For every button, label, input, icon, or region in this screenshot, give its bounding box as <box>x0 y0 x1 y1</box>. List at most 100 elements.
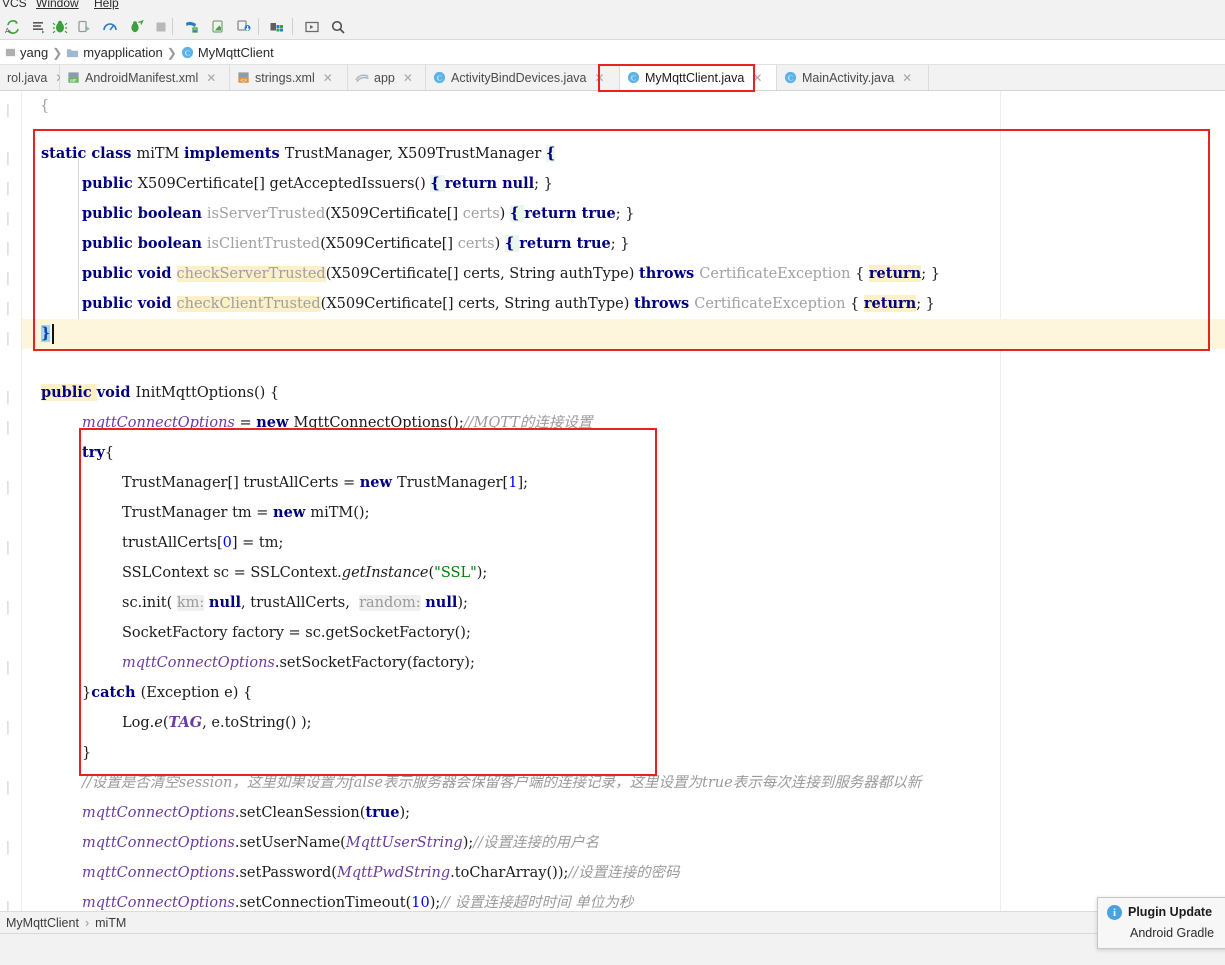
notification-body: Android Gradle <box>1130 926 1215 940</box>
code-token: ); <box>429 895 441 911</box>
tab-mymqttclient-java[interactable]: C MyMqttClient.java ✕ <box>620 65 777 90</box>
debug-icon[interactable] <box>51 18 69 36</box>
code-token: new <box>273 504 311 521</box>
gradle-icon <box>355 72 369 84</box>
code-line[interactable]: SSLContext sc = SSLContext.getInstance("… <box>0 558 1225 588</box>
code-line[interactable]: { <box>0 91 1225 121</box>
tab-label: strings.xml <box>255 70 315 85</box>
tab-mainactivity-java[interactable]: C MainActivity.java ✕ <box>777 65 929 90</box>
code-token: { <box>430 175 445 192</box>
sdk-manager-icon[interactable] <box>183 18 201 36</box>
code-token: void <box>96 384 136 401</box>
device-file-explorer-icon[interactable] <box>209 18 227 36</box>
code-token: true <box>365 804 400 821</box>
svg-text:C: C <box>788 74 793 83</box>
svg-text:<>: <> <box>240 78 247 84</box>
code-token: trustAllCerts[ <box>122 535 223 551</box>
code-line[interactable]: mqttConnectOptions.setCleanSession(true)… <box>0 798 1225 828</box>
sync-gradle-icon[interactable]: A <box>4 18 22 36</box>
code-token: miTM <box>136 146 184 162</box>
code-token: { <box>504 235 520 252</box>
close-icon[interactable]: ✕ <box>403 71 413 85</box>
code-token: new <box>359 474 398 491</box>
code-line[interactable]: public void checkClientTrusted(X509Certi… <box>0 289 1225 319</box>
tab-strings-xml[interactable]: <> strings.xml ✕ <box>230 65 348 90</box>
code-token: true <box>581 205 616 222</box>
code-token: public <box>82 205 138 222</box>
code-line[interactable]: public void checkServerTrusted(X509Certi… <box>0 259 1225 289</box>
close-icon[interactable]: ✕ <box>752 71 762 85</box>
code-token: TrustManager tm = <box>122 505 274 521</box>
attach-debugger-icon[interactable] <box>76 18 94 36</box>
code-token: public <box>41 384 97 401</box>
close-icon[interactable]: ✕ <box>206 71 216 85</box>
menu-item-vcs[interactable]: VCS <box>2 0 27 10</box>
code-token: "SSL" <box>434 565 477 581</box>
code-line[interactable]: sc.init( km: null, trustAllCerts, random… <box>0 588 1225 618</box>
tab-activitybinddevices-java[interactable]: C ActivityBindDevices.java ✕ <box>426 65 620 90</box>
status-crumb-member[interactable]: miTM <box>95 916 126 930</box>
search-everywhere-icon[interactable] <box>329 18 347 36</box>
tab-androidmanifest-xml[interactable]: MF AndroidManifest.xml ✕ <box>60 65 230 90</box>
menu-item-help[interactable]: Help <box>94 0 119 10</box>
code-line[interactable]: mqttConnectOptions.setSocketFactory(fact… <box>0 648 1225 678</box>
avd-manager-icon[interactable] <box>30 18 48 36</box>
layout-inspector-icon[interactable] <box>235 18 253 36</box>
profiler-icon[interactable] <box>101 18 119 36</box>
menu-item-window[interactable]: Window <box>36 0 79 10</box>
status-bar-breadcrumb: MyMqttClient › miTM <box>0 911 1225 933</box>
close-icon[interactable]: ✕ <box>594 71 604 85</box>
run-anything-icon[interactable] <box>127 18 145 36</box>
code-token: CertificateException <box>694 296 851 312</box>
code-token: = <box>239 415 257 431</box>
code-line[interactable]: trustAllCerts[0] = tm; <box>0 528 1225 558</box>
code-token: void <box>137 295 177 312</box>
code-token: { <box>509 205 525 222</box>
code-token: ; } <box>610 236 630 252</box>
close-icon[interactable]: ✕ <box>323 71 333 85</box>
code-line[interactable]: mqttConnectOptions.setPassword(MqttPwdSt… <box>0 858 1225 888</box>
code-token: X509Certificate[] getAcceptedIssuers() <box>137 176 431 192</box>
code-token: miTM(); <box>310 505 370 521</box>
code-token: isServerTrusted <box>206 206 326 222</box>
tab-app[interactable]: app ✕ <box>348 65 426 90</box>
code-token: ]; <box>517 475 528 491</box>
code-line[interactable]: mqttConnectOptions.setUserName(MqttUserS… <box>0 828 1225 858</box>
close-icon[interactable]: ✕ <box>902 71 912 85</box>
module-icon <box>5 47 16 58</box>
breadcrumb-label: yang <box>20 45 49 60</box>
plugin-update-notification[interactable]: Plugin Update Android Gradle <box>1097 897 1225 949</box>
code-line[interactable]: //设置是否清空session，这里如果设置为false表示服务器会保留客户端的… <box>0 768 1225 798</box>
breadcrumb-item-yang[interactable]: yang <box>2 45 51 60</box>
code-line[interactable]: public X509Certificate[] getAcceptedIssu… <box>0 169 1225 199</box>
code-line[interactable]: TrustManager[] trustAllCerts = new Trust… <box>0 468 1225 498</box>
text-caret <box>52 324 54 344</box>
code-token: static <box>41 145 92 162</box>
code-line[interactable]: }catch (Exception e) { <box>0 678 1225 708</box>
code-line[interactable]: public boolean isClientTrusted(X509Certi… <box>0 229 1225 259</box>
code-token: // 设置连接超时时间 单位为秒 <box>440 895 634 911</box>
code-line[interactable]: TrustManager tm = new miTM(); <box>0 498 1225 528</box>
code-line[interactable]: } <box>0 319 1225 349</box>
code-line[interactable]: mqttConnectOptions = new MqttConnectOpti… <box>0 408 1225 438</box>
code-editor[interactable]: │ │ │ │ │ │ │ │ │ │ │ │ │ │ │ │ │ │ {static class miTM im… <box>0 91 1225 911</box>
code-line[interactable]: SocketFactory factory = sc.getSocketFact… <box>0 618 1225 648</box>
editor-tab-bar: rol.java ✕ MF AndroidManifest.xml ✕ <> <box>0 65 1225 91</box>
avd-device-icon[interactable] <box>268 18 286 36</box>
status-crumb-class[interactable]: MyMqttClient <box>6 916 79 930</box>
code-line[interactable]: } <box>0 738 1225 768</box>
code-line[interactable]: mqttConnectOptions.setConnectionTimeout(… <box>0 888 1225 911</box>
breadcrumb-item-mymqttclient[interactable]: C MyMqttClient <box>178 45 277 60</box>
breadcrumb-item-myapplication[interactable]: myapplication <box>63 45 166 60</box>
code-line[interactable]: Log.e(TAG, e.toString() ); <box>0 708 1225 738</box>
code-line[interactable]: static class miTM implements TrustManage… <box>0 139 1225 169</box>
code-token: //设置是否清空session，这里如果设置为false表示服务器会保留客户端的… <box>82 775 922 791</box>
code-token: throws <box>639 265 700 282</box>
code-line[interactable]: public void InitMqttOptions() { <box>0 378 1225 408</box>
code-token: return <box>519 235 577 252</box>
logcat-icon[interactable] <box>303 18 321 36</box>
code-line[interactable]: public boolean isServerTrusted(X509Certi… <box>0 199 1225 229</box>
tab-rol-java[interactable]: rol.java ✕ <box>0 65 65 90</box>
code-token: mqttConnectOptions <box>82 895 235 911</box>
code-line[interactable]: try{ <box>0 438 1225 468</box>
